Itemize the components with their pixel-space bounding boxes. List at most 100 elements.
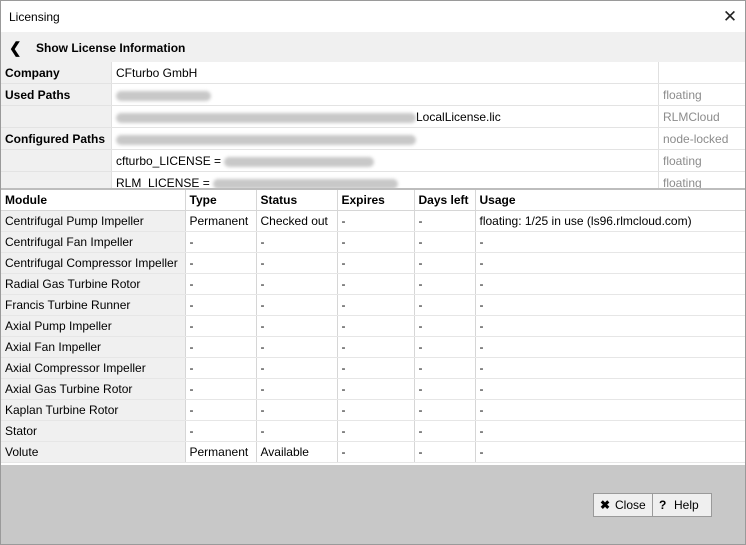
company-label: Company (5, 66, 60, 80)
used-paths-label: Used Paths (5, 88, 71, 102)
close-button[interactable]: ✖ Close (593, 493, 653, 517)
expires-cell: - (337, 441, 415, 463)
redacted-path (116, 134, 416, 145)
days-left-cell: - (414, 441, 476, 463)
table-row[interactable]: Axial Compressor Impeller - - - - - (1, 357, 745, 379)
column-header-module[interactable]: Module (1, 190, 186, 211)
column-header-days-left[interactable]: Days left (414, 190, 476, 211)
close-window-icon[interactable]: ✕ (715, 1, 745, 32)
company-value: CFturbo GmbH (116, 66, 198, 80)
column-header-expires[interactable]: Expires (337, 190, 415, 211)
days-left-cell: - (414, 336, 476, 358)
license-type: RLMCloud (663, 110, 720, 124)
table-row[interactable]: Volute Permanent Available - - - (1, 441, 745, 463)
usage-cell: - (475, 441, 745, 463)
column-header-type[interactable]: Type (185, 190, 257, 211)
expires-cell: - (337, 399, 415, 421)
redacted-path (116, 90, 211, 101)
table-row[interactable]: Axial Fan Impeller - - - - - (1, 336, 745, 358)
days-left-cell: - (414, 378, 476, 400)
table-header-row: Module Type Status Expires Days left Usa… (1, 190, 745, 211)
configured-paths-label: Configured Paths (5, 132, 106, 146)
expires-cell: - (337, 420, 415, 442)
type-cell: - (185, 294, 257, 316)
status-cell: - (256, 357, 338, 379)
type-cell: - (185, 378, 257, 400)
help-button[interactable]: ? Help (652, 493, 712, 517)
type-cell: - (185, 252, 257, 274)
status-cell: - (256, 336, 338, 358)
status-cell: - (256, 273, 338, 295)
table-row[interactable]: Francis Turbine Runner - - - - - (1, 294, 745, 316)
module-name-cell: Centrifugal Pump Impeller (1, 210, 186, 232)
back-chevron-icon[interactable]: ❮ (9, 39, 22, 57)
redacted-path (224, 156, 375, 167)
table-row[interactable]: Centrifugal Compressor Impeller - - - - - (1, 252, 745, 274)
license-info-table: Company CFturbo GmbH Used Paths floating… (1, 62, 745, 194)
module-name-cell: Centrifugal Compressor Impeller (1, 252, 186, 274)
redacted-path (116, 112, 416, 123)
close-button-label: Close (615, 498, 646, 512)
column-header-status[interactable]: Status (256, 190, 338, 211)
module-name-cell: Volute (1, 441, 186, 463)
table-row[interactable]: Centrifugal Pump Impeller Permanent Checke… (1, 210, 745, 232)
status-cell: - (256, 252, 338, 274)
modules-table: Module Type Status Expires Days left Usa… (1, 190, 745, 463)
days-left-cell: - (414, 357, 476, 379)
window-title: Licensing (9, 10, 60, 24)
expires-cell: - (337, 378, 415, 400)
usage-cell: - (475, 315, 745, 337)
column-header-usage[interactable]: Usage (475, 190, 745, 211)
status-cell: Checked out (256, 210, 338, 232)
module-name-cell: Centrifugal Fan Impeller (1, 231, 186, 253)
dialog-footer: ✖ Close ? Help (1, 465, 745, 544)
module-name-cell: Kaplan Turbine Rotor (1, 399, 186, 421)
table-row[interactable]: Centrifugal Fan Impeller - - - - - (1, 231, 745, 253)
table-row[interactable]: Kaplan Turbine Rotor - - - - - (1, 399, 745, 421)
table-row[interactable]: Radial Gas Turbine Rotor - - - - - (1, 273, 745, 295)
usage-cell: - (475, 378, 745, 400)
info-row-company: Company CFturbo GmbH (1, 62, 745, 84)
status-cell: - (256, 378, 338, 400)
type-cell: Permanent (185, 210, 257, 232)
days-left-cell: - (414, 294, 476, 316)
usage-cell: - (475, 399, 745, 421)
expires-cell: - (337, 231, 415, 253)
expires-cell: - (337, 357, 415, 379)
status-cell: - (256, 294, 338, 316)
info-row-used-path-1: Used Paths floating (1, 84, 745, 106)
days-left-cell: - (414, 210, 476, 232)
table-row[interactable]: Axial Gas Turbine Rotor - - - - - (1, 378, 745, 400)
table-row[interactable]: Axial Pump Impeller - - - - - (1, 315, 745, 337)
title-bar: Licensing ✕ (1, 1, 745, 32)
status-cell: - (256, 315, 338, 337)
days-left-cell: - (414, 420, 476, 442)
table-row[interactable]: Stator - - - - - (1, 420, 745, 442)
license-type: floating (663, 88, 702, 102)
days-left-cell: - (414, 315, 476, 337)
info-row-used-path-2: LocalLicense.lic RLMCloud (1, 106, 745, 128)
status-cell: - (256, 231, 338, 253)
expires-cell: - (337, 273, 415, 295)
licensing-dialog: Licensing ✕ ❮ Show License Information C… (0, 0, 746, 545)
license-type: floating (663, 154, 702, 168)
expires-cell: - (337, 294, 415, 316)
type-cell: - (185, 420, 257, 442)
section-title: Show License Information (36, 41, 186, 55)
expires-cell: - (337, 252, 415, 274)
type-cell: - (185, 273, 257, 295)
status-cell: Available (256, 441, 338, 463)
type-cell: - (185, 336, 257, 358)
expires-cell: - (337, 315, 415, 337)
type-cell: - (185, 231, 257, 253)
module-name-cell: Stator (1, 420, 186, 442)
module-name-cell: Francis Turbine Runner (1, 294, 186, 316)
module-name-cell: Axial Fan Impeller (1, 336, 186, 358)
info-row-configured-path-1: Configured Paths node-locked (1, 128, 745, 150)
expires-cell: - (337, 336, 415, 358)
days-left-cell: - (414, 231, 476, 253)
status-cell: - (256, 420, 338, 442)
usage-cell: - (475, 231, 745, 253)
expires-cell: - (337, 210, 415, 232)
section-header: ❮ Show License Information (1, 32, 745, 62)
